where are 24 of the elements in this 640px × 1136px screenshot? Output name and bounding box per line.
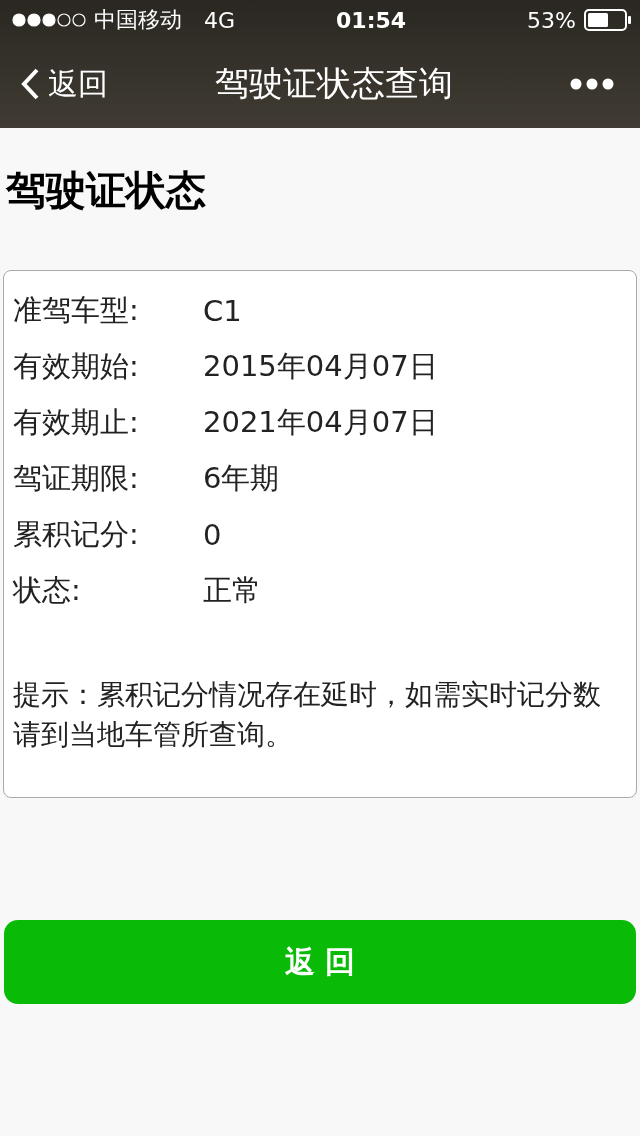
section-heading: 驾驶证状态: [6, 166, 207, 215]
page-title: 驾驶证状态查询: [215, 62, 453, 105]
field-value: 2015年04月07日: [203, 348, 438, 385]
field-label: 驾证期限:: [13, 460, 140, 497]
field-label: 有效期始:: [13, 348, 140, 385]
field-value: C1: [203, 294, 242, 328]
field-label: 准驾车型:: [13, 292, 140, 329]
signal-icon: [12, 13, 86, 27]
battery-percent: 53%: [527, 7, 576, 33]
status-time: 01:54: [336, 7, 407, 33]
field-value: 2021年04月07日: [203, 404, 438, 441]
field-value: 0: [203, 518, 222, 552]
field-value: 6年期: [203, 460, 280, 497]
tip-text: 提示：累积记分情况存在延时，如需实时记分数请到当地车管所查询。: [13, 677, 602, 753]
chevron-left-icon[interactable]: [20, 67, 40, 101]
battery-icon: [584, 9, 632, 31]
carrier-name: 中国移动: [94, 6, 182, 34]
field-label: 状态:: [13, 572, 82, 609]
field-value: 正常: [203, 572, 261, 609]
network-type: 4G: [204, 7, 236, 33]
field-label: 累积记分:: [13, 516, 140, 553]
more-icon[interactable]: [570, 78, 614, 90]
back-button[interactable]: 返回: [20, 63, 108, 105]
field-label: 有效期止:: [13, 404, 140, 441]
